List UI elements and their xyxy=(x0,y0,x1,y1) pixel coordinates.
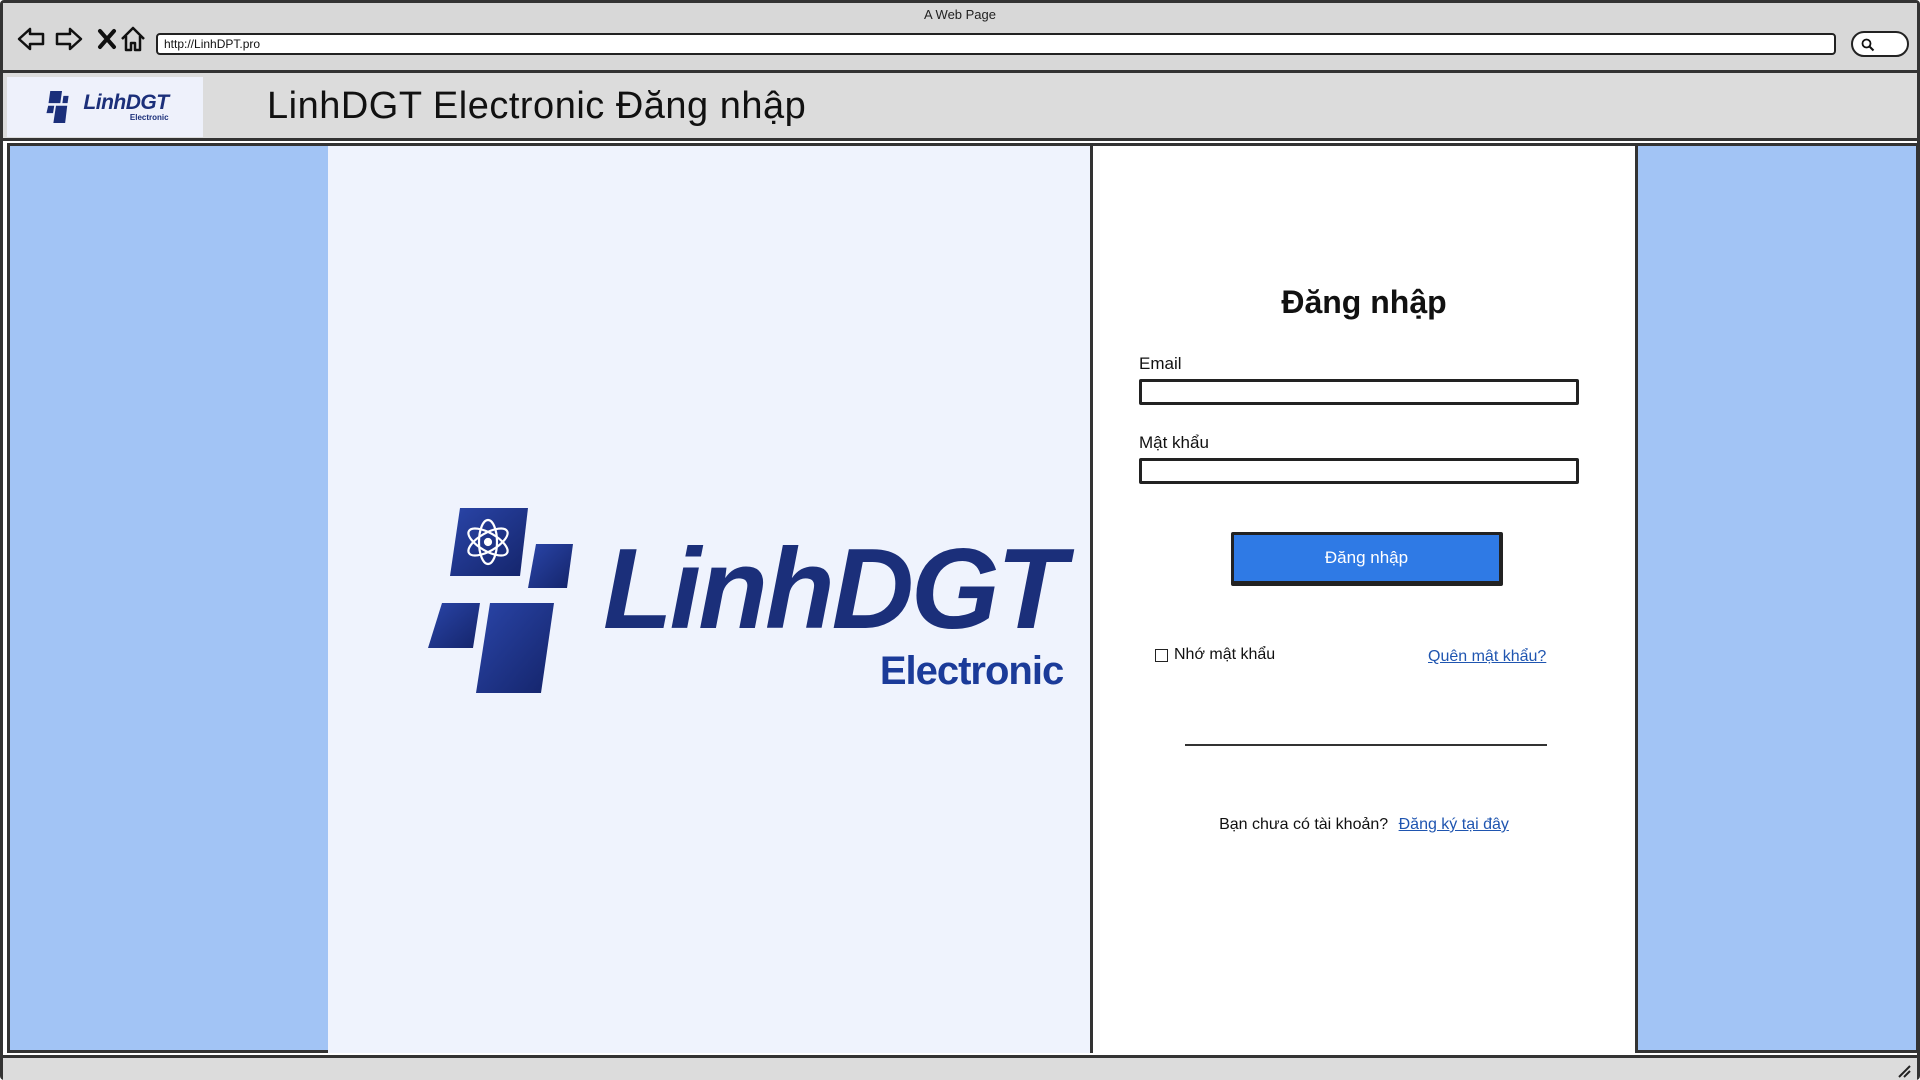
remember-me-label: Nhớ mật khẩu xyxy=(1174,646,1276,663)
header-logo[interactable]: LinhDGT Electronic xyxy=(7,77,203,137)
header-logo-sub: Electronic xyxy=(129,113,169,122)
header-logo-brand: LinhDGT xyxy=(83,91,169,114)
main-content: LinhDGT Electronic Đăng nhập Email Mật k… xyxy=(7,143,1919,1053)
email-label: Email xyxy=(1139,354,1182,373)
login-heading: Đăng nhập xyxy=(1281,284,1447,320)
logo-mark-icon xyxy=(46,91,70,123)
login-button[interactable]: Đăng nhập xyxy=(1231,532,1503,586)
status-bar xyxy=(3,1055,1917,1080)
page-title: LinhDGT Electronic Đăng nhập xyxy=(267,85,807,127)
signup-row: Bạn chưa có tài khoản? Đăng ký tại đây xyxy=(1093,816,1635,834)
checkbox-icon[interactable] xyxy=(1155,648,1168,662)
search-icon xyxy=(1861,38,1875,52)
browser-toolbar: A Web Page http://LinhDPT.pro xyxy=(3,3,1917,73)
browser-search-button[interactable] xyxy=(1851,31,1909,57)
hero-panel: LinhDGT Electronic xyxy=(328,146,1090,1053)
password-label: Mật khẩu xyxy=(1139,433,1209,452)
app-header: LinhDGT Electronic LinhDGT Electronic Đă… xyxy=(3,73,1917,141)
hero-sub: Electronic xyxy=(879,649,1064,693)
address-bar[interactable]: http://LinhDPT.pro xyxy=(156,33,1836,55)
signup-link[interactable]: Đăng ký tại đây xyxy=(1399,816,1509,833)
divider xyxy=(1185,744,1547,746)
signup-prompt: Bạn chưa có tài khoản? xyxy=(1219,816,1389,833)
forward-arrow-icon[interactable] xyxy=(53,23,85,55)
forgot-password-link[interactable]: Quên mật khẩu? xyxy=(1428,648,1546,666)
password-field[interactable] xyxy=(1139,458,1579,484)
login-form: Đăng nhập Email Mật khẩu Đăng nhập Nhớ m… xyxy=(1090,146,1638,1053)
resize-grip-icon[interactable] xyxy=(1895,1062,1911,1078)
home-icon[interactable] xyxy=(117,23,149,55)
logo-mark-icon xyxy=(428,508,573,693)
browser-window: A Web Page http://LinhDPT.pro LinhDGT El… xyxy=(0,0,1920,1080)
back-arrow-icon[interactable] xyxy=(15,23,47,55)
window-title: A Web Page xyxy=(923,7,997,22)
remember-me-checkbox[interactable]: Nhớ mật khẩu xyxy=(1155,646,1275,664)
hero-brand: LinhDGT xyxy=(603,526,1066,653)
hero-logo: LinhDGT Electronic xyxy=(428,508,1066,693)
email-field[interactable] xyxy=(1139,379,1579,405)
